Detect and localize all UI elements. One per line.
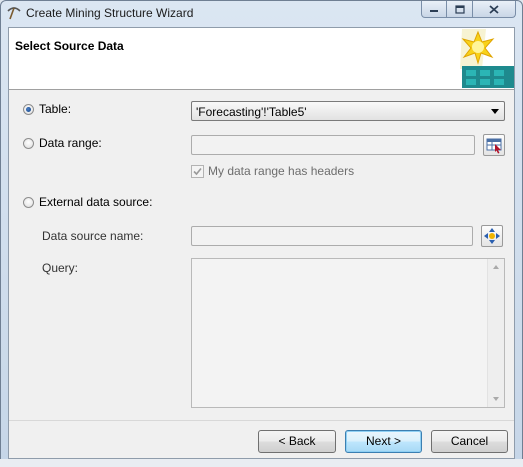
close-button[interactable] — [473, 1, 516, 18]
back-button[interactable]: < Back — [258, 430, 336, 453]
data-source-name-label: Data source name: — [42, 229, 144, 243]
cancel-button[interactable]: Cancel — [431, 430, 508, 453]
pickaxe-icon — [7, 7, 21, 20]
scroll-down-icon[interactable] — [493, 397, 499, 401]
scroll-up-icon[interactable] — [493, 265, 499, 269]
external-source-label: External data source: — [39, 195, 153, 209]
external-source-radio[interactable] — [23, 197, 34, 208]
wizard-header: Select Source Data — [9, 28, 514, 90]
minimize-icon — [430, 10, 438, 12]
headers-checkbox-label: My data range has headers — [208, 164, 355, 178]
window-title: Create Mining Structure Wizard — [26, 6, 194, 20]
wizard-content: Select Source Data Table: 'Forecasting'!… — [8, 27, 515, 459]
chevron-down-icon — [491, 109, 499, 114]
query-scrollbar[interactable] — [487, 259, 504, 407]
taskbar-strip — [0, 459, 523, 467]
minimize-button[interactable] — [421, 1, 447, 18]
data-range-label: Data range: — [39, 136, 102, 150]
range-select-icon — [486, 138, 502, 154]
wizard-window: Create Mining Structure Wizard Select So… — [0, 0, 523, 467]
select-range-button[interactable] — [483, 134, 505, 156]
move-arrows-icon — [484, 228, 500, 244]
data-range-radio[interactable] — [23, 138, 34, 149]
data-source-name-input[interactable] — [191, 226, 473, 246]
table-radio[interactable] — [23, 104, 34, 115]
browse-source-button[interactable] — [481, 225, 503, 247]
table-dropdown-value: 'Forecasting'!'Table5' — [196, 105, 307, 119]
mining-wizard-graphic-icon — [456, 29, 514, 88]
next-button[interactable]: Next > — [345, 430, 422, 453]
maximize-icon — [454, 4, 465, 14]
window-controls — [421, 1, 516, 19]
table-dropdown[interactable]: 'Forecasting'!'Table5' — [191, 101, 505, 121]
data-range-input[interactable] — [191, 135, 475, 155]
page-title: Select Source Data — [15, 39, 124, 53]
query-textarea[interactable] — [191, 258, 505, 408]
title-bar[interactable]: Create Mining Structure Wizard — [1, 1, 522, 27]
close-icon — [489, 4, 499, 14]
footer-divider — [9, 420, 514, 421]
maximize-button[interactable] — [447, 1, 473, 18]
table-label: Table: — [39, 102, 72, 116]
headers-checkbox[interactable] — [191, 165, 204, 178]
query-label: Query: — [42, 261, 79, 275]
checkmark-icon — [193, 167, 202, 176]
